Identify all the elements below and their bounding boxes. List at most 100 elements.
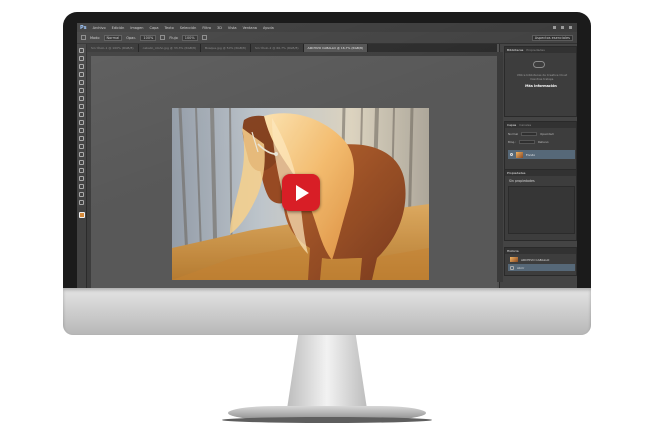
history-panel-tabs: Historia [505,248,576,254]
tools-panel [77,44,87,288]
lock-row: Bloq.: Relleno: [508,139,575,144]
doc-tab[interactable]: Sin título-1 @ 100% (RGB/8) [87,44,139,52]
close-icon[interactable] [569,26,572,29]
blend-mode-select[interactable]: Normal [508,132,518,136]
layer-thumbnail [516,151,523,158]
horizontal-ruler [87,52,497,56]
menu-seleccion[interactable]: Selección [180,26,197,30]
layer-name: Fondo [526,152,536,157]
tab-libraries[interactable]: Bibliotecas [507,48,523,52]
blur-tool-icon[interactable] [79,144,84,149]
brush-tool-icon[interactable] [81,35,86,40]
flow-field[interactable]: 100% [181,34,198,41]
opacity-field[interactable]: 100% [140,34,157,41]
stand-shadow [222,417,432,423]
horse-photo[interactable] [172,108,429,280]
workspace-select[interactable]: Aspectos esenciales [531,34,573,41]
history-panel: Historia ARCHIVO CABALLO Abrir [504,247,577,276]
tab-channels[interactable]: Canales [519,123,531,127]
libraries-panel-tabs: Bibliotecas Propiedades [505,47,576,53]
history-state-icon [510,265,514,270]
play-icon [296,184,309,201]
history-state[interactable]: Abrir [508,264,575,271]
doc-tab[interactable]: caballo_otoño.jpg @ 33,3% (RGB/8) [138,44,202,52]
libraries-learn-more-link[interactable]: Más información [505,84,577,88]
menu-bar: Ps Archivo Edición Imagen Capa Texto Sel… [77,23,577,32]
history-snapshot[interactable]: ARCHIVO CABALLO [508,256,575,263]
tab-layers[interactable]: Capas [507,123,516,127]
quick-select-tool-icon[interactable] [79,72,84,77]
doc-tab[interactable]: Bosque.jpg @ 50% (RGB/8) [201,44,252,52]
minimize-icon[interactable] [553,26,556,29]
maximize-icon[interactable] [561,26,564,29]
opacity-label: Opacidad: [540,131,555,136]
doc-tab-active[interactable]: ARCHIVO CABALLO @ 16,7% (RGB/8) [303,44,369,52]
healing-tool-icon[interactable] [79,96,84,101]
layer-row[interactable]: Fondo [508,150,575,159]
history-brush-tool-icon[interactable] [79,120,84,125]
cloud-icon [533,61,545,68]
canvas-area[interactable] [87,52,497,288]
menu-vista[interactable]: Vista [228,26,237,30]
fill-label: Relleno: [538,139,550,144]
foreground-color-swatch[interactable] [78,212,85,218]
shape-tool-icon[interactable] [79,184,84,189]
lock-label: Bloq.: [508,139,517,144]
menu-edicion[interactable]: Edición [112,26,125,30]
document-tabs: Sin título-1 @ 100% (RGB/8) caballo_otoñ… [87,44,497,52]
path-select-tool-icon[interactable] [79,176,84,181]
menu-imagen[interactable]: Imagen [130,26,143,30]
stamp-tool-icon[interactable] [79,112,84,117]
zoom-tool-icon[interactable] [79,200,84,205]
menu-filtro[interactable]: Filtro [202,26,211,30]
libraries-message: Utilice bibliotecas de Creative Cloud mi… [516,73,568,81]
blend-mode-box[interactable] [521,131,538,136]
options-bar: Modo Normal Opac. 100% Flujo 100% Aspect… [77,32,577,44]
crop-tool-icon[interactable] [79,80,84,85]
pen-tool-icon[interactable] [79,160,84,165]
menu-ventana[interactable]: Ventana [243,26,257,30]
marquee-tool-icon[interactable] [79,56,84,61]
eye-icon[interactable] [510,153,513,156]
vertical-ruler [87,52,91,288]
eyedropper-tool-icon[interactable] [79,88,84,93]
doc-tab[interactable]: Sin título-2 @ 66,7% (RGB/8) [251,44,304,52]
properties-panel: Propiedades Sin propiedades [504,169,577,241]
collapsed-panel-strip[interactable] [497,52,503,282]
brush-tool-icon[interactable] [79,104,84,109]
blend-mode-row: Normal Opacidad: [508,131,575,136]
mode-label: Modo [90,35,100,40]
lasso-tool-icon[interactable] [79,64,84,69]
menu-capa[interactable]: Capa [150,26,159,30]
video-play-button[interactable] [282,174,320,211]
window-controls [553,26,577,29]
monitor-chin [63,288,591,335]
menu-archivo[interactable]: Archivo [93,26,106,30]
lock-options[interactable] [519,139,536,144]
properties-content [508,186,575,234]
tab-history[interactable]: Historia [507,249,519,253]
move-tool-icon[interactable] [79,48,84,53]
eraser-tool-icon[interactable] [79,128,84,133]
history-label: Abrir [517,265,525,270]
tab-properties-panel[interactable]: Propiedades [507,171,525,175]
tab-properties[interactable]: Propiedades [526,48,544,52]
history-label: ARCHIVO CABALLO [521,257,550,262]
app-logo: Ps [80,24,87,31]
airbrush-icon[interactable] [201,35,207,40]
flow-label: Flujo [169,35,178,40]
menu-texto[interactable]: Texto [164,26,173,30]
snapshot-thumbnail [510,257,518,262]
pressure-icon[interactable] [160,35,166,40]
libraries-panel: Bibliotecas Propiedades Utilice bibliote… [504,46,577,117]
menu-ayuda[interactable]: Ayuda [263,26,274,30]
monitor-mockup: Ps Archivo Edición Imagen Capa Texto Sel… [0,0,650,433]
monitor-screen: Ps Archivo Edición Imagen Capa Texto Sel… [77,23,577,288]
menu-3d[interactable]: 3D [217,26,222,30]
hand-tool-icon[interactable] [79,192,84,197]
mode-select[interactable]: Normal [103,34,123,41]
type-tool-icon[interactable] [79,168,84,173]
opacity-label: Opac. [126,35,137,40]
gradient-tool-icon[interactable] [79,136,84,141]
dodge-tool-icon[interactable] [79,152,84,157]
